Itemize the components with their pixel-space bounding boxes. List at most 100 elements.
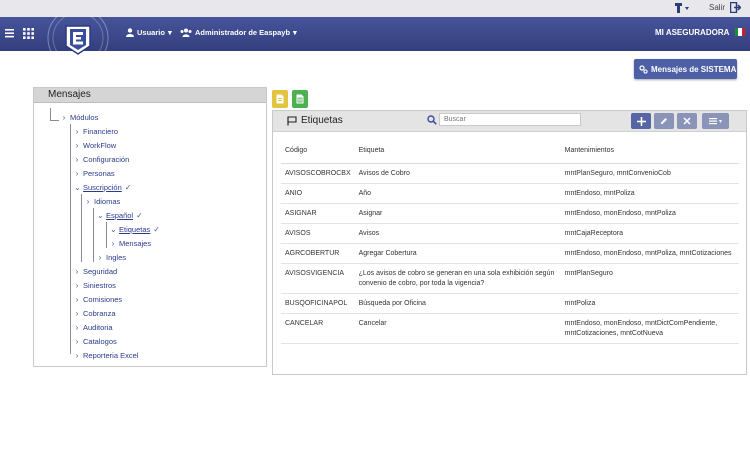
tree-item-label: Catalogos — [83, 337, 117, 346]
chevron-down-icon: ▾ — [167, 28, 172, 37]
column-header-codigo[interactable]: Código — [281, 143, 355, 164]
panel-title-label: Etiquetas — [301, 115, 343, 126]
search-icon — [427, 115, 437, 125]
document-icon — [276, 94, 284, 104]
user-menu-label: Usuario — [137, 28, 165, 37]
add-button[interactable] — [631, 113, 651, 129]
options-menu-button[interactable]: ▾ — [702, 113, 729, 129]
tree-item-personas[interactable]: › Personas — [74, 169, 115, 178]
tree-item-suscripcion[interactable]: ⌄ Suscripción ✓ — [74, 183, 131, 192]
chevron-right-icon: › — [86, 197, 90, 206]
cell-mantenimientos: mntPlanSeguro — [560, 263, 739, 294]
tree-item-etiquetas[interactable]: ⌄ Etiquetas ✓ — [110, 225, 160, 234]
exit-icon[interactable] — [729, 1, 742, 14]
tree-item-label: Seguridad — [83, 267, 118, 276]
column-header-mantenimientos[interactable]: Mantenimientos — [560, 143, 739, 164]
tree-item-idiomas[interactable]: › Idiomas — [85, 197, 121, 206]
spreadsheet-icon — [296, 94, 304, 104]
table-row[interactable]: AVISOSVIGENCIA ¿Los avisos de cobro se g… — [281, 263, 739, 294]
tree-item-configuracion[interactable]: › Configuración — [74, 155, 130, 164]
export-excel-button[interactable] — [292, 90, 308, 108]
tree-item-catalogos[interactable]: › Catalogos — [74, 337, 117, 346]
tree-item-auditoria[interactable]: › Auditoria — [74, 323, 113, 332]
cell-etiqueta: Cancelar — [354, 313, 561, 344]
chevron-right-icon: › — [75, 169, 79, 178]
export-document-button[interactable] — [272, 90, 288, 108]
tree-item-siniestros[interactable]: › Siniestros — [74, 281, 116, 290]
tree-connector — [81, 194, 82, 262]
hamburger-menu-icon[interactable] — [5, 28, 14, 38]
tree-item-ingles[interactable]: › Ingles — [97, 253, 126, 262]
table-row[interactable]: AGRCOBERTUR Agregar Cobertura mntEndoso,… — [281, 243, 739, 264]
plus-icon — [636, 116, 646, 126]
tree-item-label: Ingles — [106, 253, 127, 262]
table-row[interactable]: BUSQOFICINAPOL Búsqueda por Oficina mntP… — [281, 293, 739, 314]
cell-mantenimientos: mntEndoso, monEndoso, mntPoliza — [560, 203, 739, 224]
tree-item-label: Financiero — [83, 127, 119, 136]
chevron-right-icon: › — [75, 323, 79, 332]
edit-button[interactable] — [654, 113, 674, 129]
tree-connector — [106, 222, 107, 248]
table-row[interactable]: AVISOS Avisos mntCajaReceptora — [281, 223, 739, 244]
tree-item-financiero[interactable]: › Financiero — [74, 127, 118, 136]
tree-item-workflow[interactable]: › WorkFlow — [74, 141, 117, 150]
tree-item-comisiones[interactable]: › Comisiones — [74, 295, 123, 304]
chevron-down-icon: ▾ — [718, 118, 722, 125]
chevron-right-icon: › — [75, 127, 79, 136]
chevron-down-icon: ▾ — [293, 28, 297, 37]
tree-item-label: Comisiones — [83, 295, 123, 304]
tree-item-label: Auditoria — [83, 323, 113, 332]
tools-icon[interactable] — [674, 2, 690, 14]
salir-link[interactable]: Salir — [709, 3, 725, 12]
cell-etiqueta: Agregar Cobertura — [354, 243, 561, 264]
cell-etiqueta: Avisos — [354, 223, 561, 244]
cell-etiqueta: Avisos de Cobro — [354, 163, 561, 184]
system-messages-button[interactable]: Mensajes de SISTEMA — [634, 59, 737, 79]
check-icon: ✓ — [153, 225, 160, 234]
tree-item-espanol[interactable]: ⌄ Español ✓ — [97, 211, 143, 220]
messages-tree-panel: Mensajes › Módulos › Financiero › WorkFl… — [33, 87, 267, 367]
tree-item-label: Idiomas — [94, 197, 121, 206]
delete-button[interactable] — [677, 113, 697, 129]
table-row[interactable]: AVISOSCOBROCBX Avisos de Cobro mntPlanSe… — [281, 163, 739, 184]
tree-item-mensajes[interactable]: › Mensajes — [110, 239, 151, 248]
tree-item-seguridad[interactable]: › Seguridad — [74, 267, 118, 276]
cell-etiqueta: Búsqueda por Oficina — [354, 293, 561, 314]
tree-item-cobranza[interactable]: › Cobranza — [74, 309, 116, 318]
apps-grid-icon[interactable] — [23, 28, 34, 39]
mexico-flag-icon[interactable] — [735, 28, 745, 36]
tree-item-label: Siniestros — [83, 281, 116, 290]
user-menu[interactable]: Usuario ▾ — [126, 28, 172, 37]
admin-menu[interactable]: Administrador de Easpayb ▾ — [180, 28, 297, 37]
tree-header: Mensajes — [34, 88, 266, 103]
cell-codigo: ANIO — [281, 183, 355, 204]
check-icon: ✓ — [136, 211, 143, 220]
close-icon — [683, 117, 691, 125]
table-row[interactable]: ASIGNAR Asignar mntEndoso, monEndoso, mn… — [281, 203, 739, 224]
tree-connector — [93, 208, 94, 262]
search-input[interactable] — [439, 113, 581, 126]
tree-item-label: Personas — [83, 169, 115, 178]
tree-connector — [70, 124, 71, 354]
cell-codigo: BUSQOFICINAPOL — [281, 293, 355, 314]
cell-codigo: AVISOSCOBROCBX — [281, 163, 355, 184]
navbar: Usuario ▾ Administrador de Easpayb ▾ MI … — [0, 7, 750, 69]
tree-item-modulos[interactable]: › Módulos — [61, 113, 99, 122]
labels-panel: Etiquetas ▾ Código Etiqueta Mantenimient… — [272, 110, 747, 375]
column-header-etiqueta[interactable]: Etiqueta — [354, 143, 561, 164]
tree-item-reporteria-excel[interactable]: › Reporteria Excel — [74, 351, 139, 360]
tree-item-label: WorkFlow — [83, 141, 117, 150]
chevron-right-icon: › — [62, 113, 66, 122]
labels-table: Código Etiqueta Mantenimientos AVISOSCOB… — [281, 143, 739, 344]
panel-toolbar: Etiquetas ▾ — [273, 111, 746, 132]
chevron-right-icon: › — [75, 281, 79, 290]
cell-etiqueta: Año — [354, 183, 561, 204]
gears-icon — [639, 64, 648, 74]
cell-codigo: AVISOSVIGENCIA — [281, 263, 355, 294]
table-row[interactable]: CANCELAR Cancelar mntEndoso, monEndoso, … — [281, 313, 739, 344]
table-row[interactable]: ANIO Año mntEndoso, mntPoliza — [281, 183, 739, 204]
check-icon: ✓ — [124, 183, 132, 192]
cell-codigo: AGRCOBERTUR — [281, 243, 355, 264]
chevron-right-icon: › — [98, 253, 102, 262]
chevron-right-icon: › — [75, 155, 79, 164]
